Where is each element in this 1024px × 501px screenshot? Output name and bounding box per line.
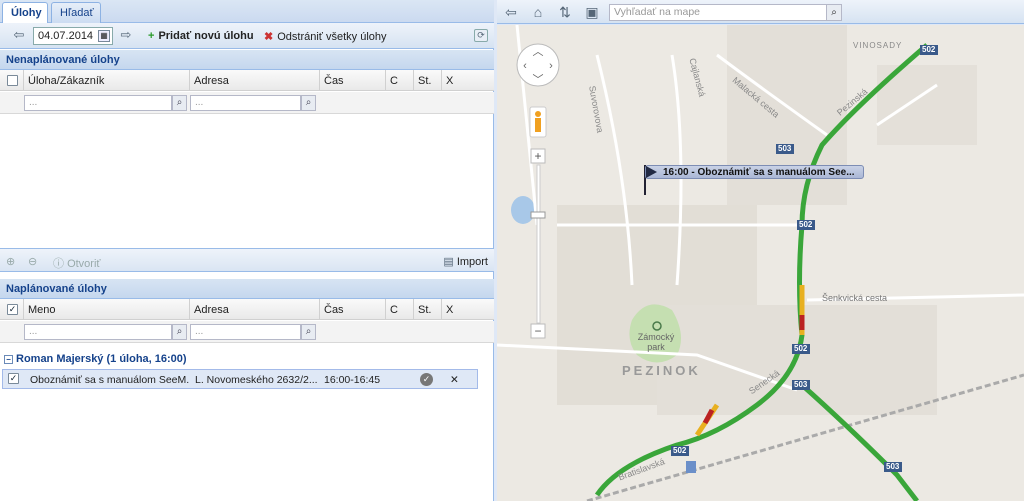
add-task-button[interactable]: + Pridať novú úlohu: [148, 30, 254, 42]
remove-all-button[interactable]: ✖ Odstrániť všetky úlohy: [264, 30, 387, 43]
svg-text:‹: ‹: [523, 60, 527, 72]
col-status[interactable]: St.: [414, 299, 442, 320]
map-toolbar: ⇦ ⌂ ⇅ ▣ Vyhľadať na mape ⌕: [497, 0, 1024, 24]
road-number: 503: [794, 380, 808, 389]
prev-day-arrow-icon[interactable]: ⇦: [12, 28, 26, 41]
group-header[interactable]: − Roman Majerský (1 úloha, 16:00): [0, 351, 494, 369]
back-arrow-icon[interactable]: ⇦: [502, 3, 520, 21]
tab-tasks[interactable]: Úlohy: [2, 2, 48, 24]
task-marker-label[interactable]: 16:00 - Oboznámiť sa s manuálom See...: [645, 165, 864, 179]
import-button[interactable]: ▤ Import: [443, 255, 488, 268]
date-field[interactable]: 04.07.2014 ▦: [33, 27, 113, 45]
open-label: Otvoriť: [67, 258, 101, 270]
date-value: 04.07.2014: [38, 30, 94, 42]
next-day-arrow-icon[interactable]: ⇨: [119, 28, 133, 41]
tasks-panel: Úlohy Hľadať ⇦ 04.07.2014 ▦ ⇨ + Pridať no…: [0, 0, 494, 501]
row-checkbox[interactable]: ✓: [8, 373, 19, 384]
road-number: 503: [778, 144, 792, 153]
import-icon: ▤: [443, 256, 454, 268]
name-filter-input[interactable]: ...: [24, 324, 172, 340]
add-task-label: Pridať novú úlohu: [158, 30, 254, 42]
task-address: L. Novomeského 2632/2...: [195, 374, 318, 386]
water-area: [511, 196, 535, 224]
svg-text:︿: ︿: [533, 46, 544, 58]
col-task-customer[interactable]: Úloha/Zákazník: [24, 70, 190, 91]
calendar-icon[interactable]: ▦: [98, 30, 110, 42]
date-toolbar: ⇦ 04.07.2014 ▦ ⇨ + Pridať novú úlohu ✖ Ods…: [0, 23, 494, 49]
search-icon[interactable]: ⌕: [301, 95, 316, 111]
search-icon[interactable]: ⌕: [826, 4, 842, 21]
zoom-out-icon[interactable]: ⊖: [28, 255, 37, 268]
map-panel: ⇦ ⌂ ⇅ ▣ Vyhľadať na mape ⌕ ︿ ﹀ ‹ › + − 5…: [497, 0, 1024, 501]
svg-text:−: −: [534, 324, 541, 338]
tab-search[interactable]: Hľadať: [51, 2, 101, 23]
task-time: 16:00-16:45: [324, 374, 381, 386]
import-label: Import: [456, 256, 488, 268]
zoom-slider-handle: [530, 211, 546, 219]
task-name: Oboznámiť sa s manuálom SeeM...: [30, 374, 190, 386]
svg-text:﹀: ﹀: [533, 73, 544, 86]
col-x[interactable]: X: [442, 70, 494, 91]
col-status[interactable]: St.: [414, 70, 442, 91]
plus-icon: +: [148, 30, 155, 42]
table-row[interactable]: ✓ Oboznámiť sa s manuálom SeeM... L. Nov…: [2, 369, 478, 389]
col-c[interactable]: C: [386, 299, 414, 320]
actions-toolbar: ⊕ ⊖ ⓘ Otvoriť ▤ Import: [0, 248, 494, 272]
col-address[interactable]: Adresa: [190, 70, 320, 91]
group-label: Roman Majerský (1 úloha, 16:00): [16, 353, 187, 365]
search-icon[interactable]: ⌕: [301, 324, 316, 340]
road-number: 502: [794, 344, 808, 353]
road-number: 502: [922, 45, 936, 54]
map-search-input[interactable]: Vyhľadať na mape: [609, 4, 827, 21]
bus-stop-icon: [686, 461, 696, 473]
task-filter-input[interactable]: ...: [24, 95, 172, 111]
refresh-icon[interactable]: ⟳: [474, 29, 488, 42]
status-check-icon: ✓: [420, 373, 433, 386]
vehicle-icon[interactable]: ▣: [583, 3, 601, 21]
planned-filter-row: ... ⌕ ... ⌕: [0, 321, 494, 343]
col-name[interactable]: Meno: [24, 299, 190, 320]
road-number: 503: [886, 462, 900, 471]
map-label-town: PEZINOK: [622, 363, 701, 378]
select-all-checkbox[interactable]: [7, 75, 18, 86]
zoom-in-icon[interactable]: ⊕: [6, 255, 15, 268]
flag-icon[interactable]: [646, 166, 657, 178]
road-number: 502: [673, 446, 687, 455]
open-button[interactable]: ⓘ Otvoriť: [53, 255, 101, 271]
address-filter-input[interactable]: ...: [190, 95, 301, 111]
select-all-checkbox[interactable]: ✓: [7, 304, 18, 315]
col-c[interactable]: C: [386, 70, 414, 91]
unplanned-header: Nenaplánované úlohy: [0, 50, 494, 70]
search-icon[interactable]: ⌕: [172, 95, 187, 111]
planned-grid-header: ✓ Meno Adresa Čas C St. X: [0, 299, 494, 320]
unplanned-grid-header: Úloha/Zákazník Adresa Čas C St. X: [0, 70, 494, 91]
route-icon[interactable]: ⇅: [556, 3, 574, 21]
col-x[interactable]: X: [442, 299, 494, 320]
svg-text:›: ›: [549, 60, 553, 72]
home-icon[interactable]: ⌂: [529, 3, 547, 21]
col-time[interactable]: Čas: [320, 299, 386, 320]
tab-bar: Úlohy Hľadať: [0, 0, 494, 24]
collapse-icon[interactable]: −: [4, 355, 13, 364]
search-icon[interactable]: ⌕: [172, 324, 187, 340]
map-canvas[interactable]: ︿ ﹀ ‹ › + − 502 503 502 502 503 502 503 …: [497, 25, 1024, 501]
road-number: 502: [799, 220, 813, 229]
map-label-park: Zámocký park: [637, 332, 675, 352]
map-label-street: Šenkvická cesta: [822, 293, 888, 303]
col-time[interactable]: Čas: [320, 70, 386, 91]
delete-icon: ✖: [264, 31, 274, 43]
address-filter-input[interactable]: ...: [190, 324, 301, 340]
remove-all-label: Odstrániť všetky úlohy: [277, 31, 387, 43]
col-address[interactable]: Adresa: [190, 299, 320, 320]
unplanned-filter-row: ... ⌕ ... ⌕: [0, 92, 494, 114]
planned-header: Naplánované úlohy: [0, 279, 494, 299]
delete-task-icon[interactable]: ✕: [450, 374, 459, 386]
info-icon: ⓘ: [53, 258, 64, 270]
map-label-vinosady: VINOSADY: [853, 41, 903, 50]
svg-text:+: +: [534, 149, 541, 163]
